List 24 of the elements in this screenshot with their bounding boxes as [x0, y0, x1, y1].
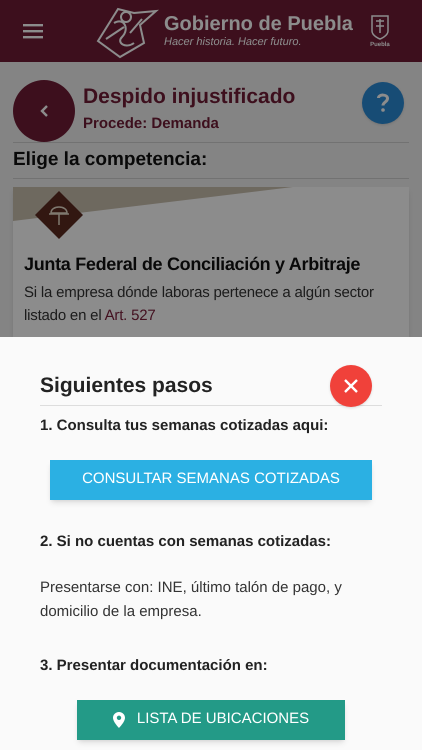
chevron-left-icon — [39, 104, 49, 118]
competence-card[interactable]: Junta Federal de Conciliación y Arbitraje Si la empresa dónde laboras pertenece a algún sector listado en el Art. 527 — [13, 186, 409, 336]
consult-button[interactable]: CONSULTAR SEMANAS COTIZADAS — [50, 460, 372, 500]
app-title: Gobierno de Puebla — [164, 14, 353, 34]
locations-button[interactable]: LISTA DE UBICACIONES — [77, 700, 345, 740]
close-icon — [344, 379, 358, 393]
section-heading: Elige la competencia: — [13, 149, 208, 170]
step-text: Presentarse con: INE, último talón de pago, y domicilio de la empresa. — [40, 578, 343, 622]
app-tagline: Hacer historia. Hacer futuro. — [164, 37, 303, 48]
help-icon — [377, 93, 389, 113]
card-description: Si la empresa dónde laboras pertenece a algún sector listado en el Art. 527 — [24, 282, 375, 326]
page-title: Despido injustificado — [83, 84, 296, 110]
helmet-icon — [35, 190, 83, 238]
crest-icon — [368, 12, 391, 40]
step-heading: 3. Presentar documentación en: — [40, 656, 269, 676]
help-button[interactable] — [362, 82, 404, 124]
close-button[interactable] — [330, 365, 372, 407]
step-heading: 2. Si no cuentas con semanas cotizadas: — [40, 532, 332, 552]
article-link[interactable]: Art. 527 — [104, 306, 156, 324]
sheet-title: Siguientes pasos — [40, 373, 213, 400]
location-pin-icon — [112, 712, 125, 728]
card-title: Junta Federal de Conciliación y Arbitraje — [24, 252, 362, 276]
step-heading: 1. Consulta tus semanas cotizadas aqui: — [40, 416, 330, 436]
page-subtitle: Procede: Demanda — [83, 114, 220, 134]
